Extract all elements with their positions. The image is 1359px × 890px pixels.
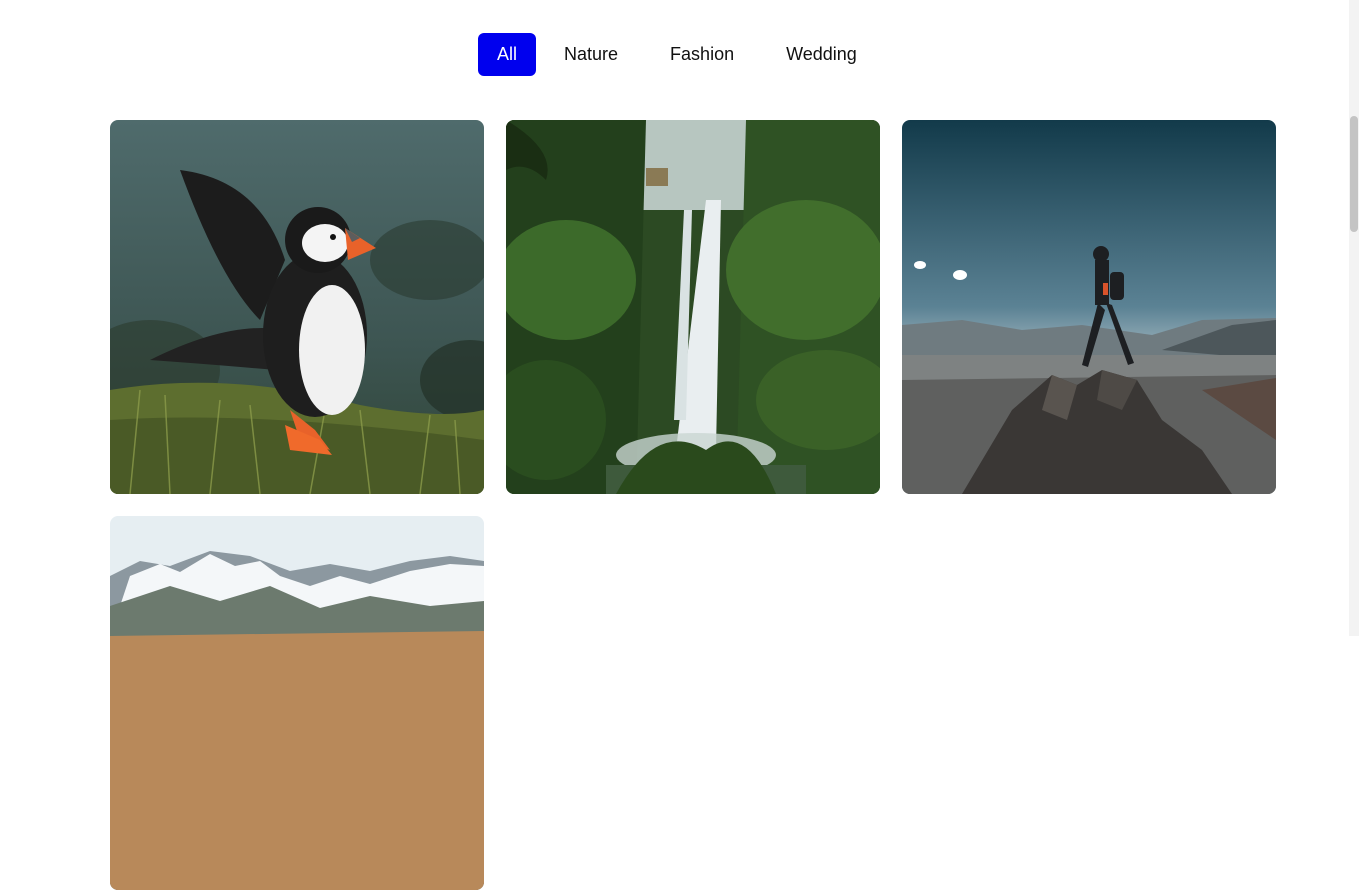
filter-all-button[interactable]: All xyxy=(478,33,537,76)
filter-fashion-button[interactable]: Fashion xyxy=(646,33,758,76)
waterfall-photo xyxy=(506,120,880,494)
filter-bar: All Nature Fashion Wedding xyxy=(478,33,881,76)
gallery-image-puffin[interactable] xyxy=(110,120,484,494)
hiker-photo xyxy=(902,120,1276,494)
filter-wedding-button[interactable]: Wedding xyxy=(762,33,881,76)
page-scrollbar[interactable] xyxy=(1349,0,1359,636)
puffin-photo xyxy=(110,120,484,494)
scrollbar-thumb[interactable] xyxy=(1350,116,1358,232)
gallery-image-hiker[interactable] xyxy=(902,120,1276,494)
filter-nature-button[interactable]: Nature xyxy=(540,33,642,76)
gallery-image-waterfall[interactable] xyxy=(506,120,880,494)
gallery-image-mountains[interactable] xyxy=(110,516,484,890)
mountains-photo xyxy=(110,516,484,890)
